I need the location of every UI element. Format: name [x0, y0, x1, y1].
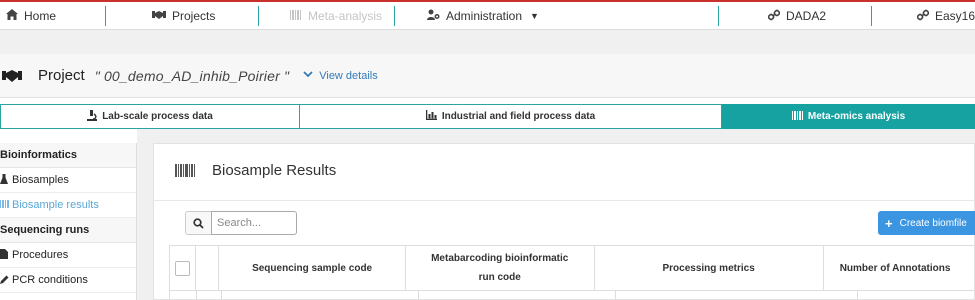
flask-icon	[0, 174, 8, 186]
handshake-icon	[2, 69, 22, 83]
nav-home[interactable]: Home	[6, 2, 56, 30]
panel-title: Biosample Results	[175, 162, 336, 179]
column-header-number-of-annotations[interactable]: Number of Annotations	[824, 246, 975, 290]
table-header: Sequencing sample code Metabarcoding bio…	[169, 245, 975, 291]
search-group	[185, 211, 297, 235]
link-icon	[916, 9, 930, 24]
chevron-down-icon	[303, 70, 313, 81]
pencil-icon	[0, 275, 9, 286]
barcode-icon	[290, 9, 302, 23]
nav-easy16s[interactable]: Easy16S	[916, 2, 975, 30]
project-header: Project " 00_demo_AD_inhib_Poirier " Vie…	[0, 54, 975, 98]
sidebar-item-label: PCR conditions	[12, 274, 88, 286]
nav-meta-analysis[interactable]: Meta-analysis	[290, 2, 382, 30]
sidebar-item-pcr-conditions[interactable]: PCR conditions	[0, 268, 136, 293]
nav-easy16s-label: Easy16S	[935, 9, 975, 23]
link-icon	[767, 9, 781, 24]
nav-dada2-label: DADA2	[786, 9, 827, 23]
nav-separator	[105, 6, 106, 26]
nav-administration-label: Administration	[446, 9, 523, 23]
select-all-checkbox[interactable]	[174, 260, 190, 276]
nav-separator	[258, 6, 259, 26]
sidebar-item-label: Biosamples	[12, 174, 69, 186]
sidebar-item-biosample-results[interactable]: Biosample results	[0, 193, 136, 218]
nav-dada2[interactable]: DADA2	[767, 2, 827, 30]
table-row	[169, 291, 975, 300]
view-details-label: View details	[319, 69, 378, 82]
users-cog-icon	[427, 9, 440, 23]
nav-projects[interactable]: Projects	[152, 2, 215, 30]
nav-home-label: Home	[24, 9, 57, 23]
nav-projects-label: Projects	[172, 9, 216, 23]
sidebar: Bioinformatics Biosamples Biosample resu…	[0, 143, 137, 300]
top-navbar: Home Projects Meta-analysis Administrati…	[0, 0, 975, 30]
tab-meta-omics-label: Meta-omics analysis	[807, 111, 906, 122]
header-spacer	[0, 30, 975, 54]
column-header-blank	[196, 246, 220, 290]
search-icon	[193, 217, 204, 229]
table-cell	[616, 291, 858, 300]
plus-icon: +	[885, 215, 893, 231]
page-title: Biosample Results	[212, 162, 337, 179]
tab-lab-scale-label: Lab-scale process data	[102, 111, 213, 122]
file-icon	[0, 249, 8, 261]
search-button[interactable]	[185, 211, 211, 235]
home-icon	[6, 9, 18, 23]
table-cell	[169, 291, 197, 300]
column-header-sequencing-sample-code[interactable]: Sequencing sample code	[219, 246, 406, 290]
sidebar-item-label: Procedures	[12, 249, 69, 261]
barcode-icon	[0, 200, 9, 210]
barcode-icon	[791, 110, 803, 123]
handshake-icon	[152, 10, 166, 23]
tab-meta-omics[interactable]: Meta-omics analysis	[722, 104, 975, 129]
process-tabs: Lab-scale process data Industrial and fi…	[0, 104, 975, 129]
biosample-results-panel: Biosample Results + Create biomfile Sequ…	[153, 143, 975, 300]
panel-divider	[154, 200, 975, 201]
tab-industrial[interactable]: Industrial and field process data	[300, 104, 722, 129]
sidebar-item-procedures[interactable]: Procedures	[0, 243, 136, 268]
nav-administration[interactable]: Administration ▼	[427, 2, 539, 30]
barcode-icon	[175, 164, 196, 177]
select-all-cell	[169, 246, 196, 290]
nav-separator	[394, 6, 395, 26]
search-input[interactable]	[211, 211, 297, 235]
table-cell	[197, 291, 222, 300]
column-header-processing-metrics[interactable]: Processing metrics	[595, 246, 824, 290]
sidebar-item-label: Biosample results	[12, 199, 99, 211]
table-cell	[419, 291, 616, 300]
project-label: Project	[38, 67, 85, 84]
create-biomfile-label: Create biomfile	[899, 217, 967, 229]
nav-separator	[718, 6, 719, 26]
column-header-run-code[interactable]: Metabarcoding bioinformatic run code	[406, 246, 595, 290]
sidebar-item-biosamples[interactable]: Biosamples	[0, 168, 136, 193]
view-details-link[interactable]: View details	[303, 70, 378, 82]
sidebar-section-sequencing-runs: Sequencing runs	[0, 218, 136, 243]
table-cell	[858, 291, 975, 300]
chart-icon	[425, 110, 437, 123]
caret-down-icon: ▼	[530, 11, 539, 21]
table-cell	[222, 291, 419, 300]
project-name: " 00_demo_AD_inhib_Poirier "	[94, 67, 290, 84]
tab-industrial-label: Industrial and field process data	[441, 111, 596, 122]
nav-meta-analysis-label: Meta-analysis	[308, 9, 383, 23]
microscope-icon	[87, 109, 98, 124]
create-biomfile-button[interactable]: + Create biomfile	[878, 211, 975, 235]
sidebar-section-bioinformatics: Bioinformatics	[0, 143, 136, 168]
nav-separator	[871, 6, 872, 26]
tab-lab-scale[interactable]: Lab-scale process data	[0, 104, 300, 129]
